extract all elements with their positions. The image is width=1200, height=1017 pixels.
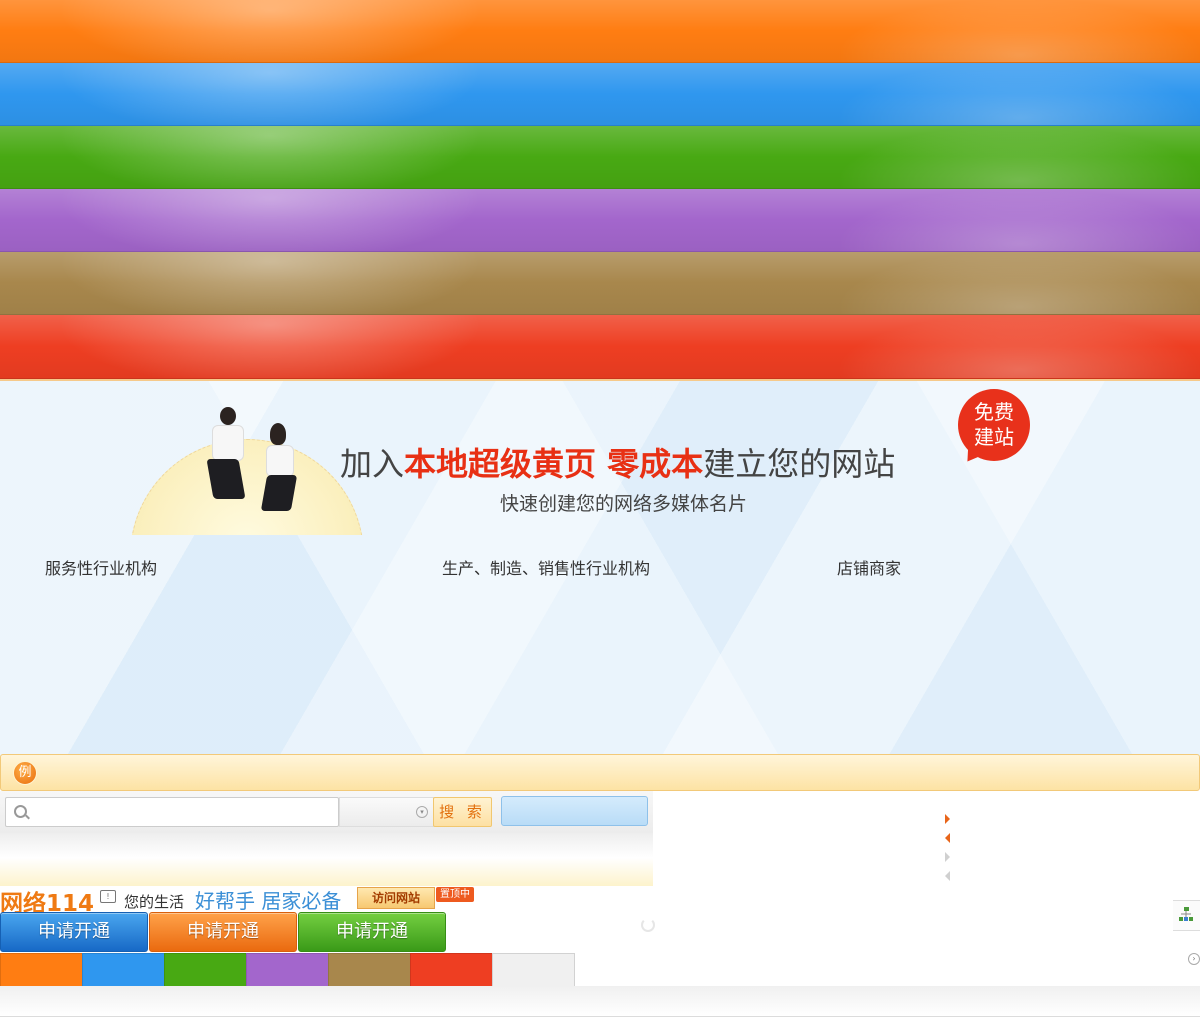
- visit-site-button[interactable]: 访问网站: [357, 887, 435, 909]
- free-site-bubble[interactable]: 免费 建站: [958, 389, 1030, 461]
- swatch-green[interactable]: [164, 953, 247, 987]
- hero-title-space: [596, 445, 607, 483]
- category-service[interactable]: 服务性行业机构: [45, 555, 157, 579]
- apply-button-blue[interactable]: 申请开通: [0, 912, 148, 952]
- bubble-line-2: 建站: [974, 425, 1014, 449]
- bubble-line-1: 免费: [974, 400, 1014, 424]
- swatch-orange[interactable]: [0, 953, 83, 987]
- chevron-down-icon: ▾: [416, 806, 428, 818]
- footer-shade: [0, 986, 1200, 1017]
- banner-purple[interactable]: [0, 189, 1200, 252]
- banner-blue[interactable]: [0, 63, 1200, 126]
- banner-green[interactable]: [0, 126, 1200, 189]
- hero-title-suffix: 建立您的网站: [703, 445, 896, 483]
- loading-spinner-icon: [641, 918, 655, 932]
- arrow-right-icon[interactable]: [945, 814, 950, 824]
- sitemap-icon[interactable]: [1173, 900, 1200, 931]
- yellow-strip-preview: [0, 858, 653, 886]
- search-bar: ▾ 搜 索: [0, 791, 653, 833]
- hero-title-highlight-2: 零成本: [607, 445, 704, 483]
- hero-subtitle: 快速创建您的网络多媒体名片: [500, 493, 748, 515]
- chevron-right-icon[interactable]: ›: [1188, 953, 1200, 965]
- gray-strip-preview: [0, 833, 653, 858]
- arrow-left-gray-icon[interactable]: [945, 871, 950, 881]
- swatch-blue[interactable]: [82, 953, 165, 987]
- swatch-red[interactable]: [410, 953, 493, 987]
- example-icon: 例: [13, 761, 37, 785]
- swatch-gray[interactable]: [492, 953, 575, 987]
- apply-button-orange[interactable]: 申请开通: [149, 912, 297, 952]
- arrow-left-icon[interactable]: [945, 833, 950, 843]
- example-bar: 例: [0, 754, 1200, 791]
- slogan-small: 您的生活: [124, 893, 185, 911]
- banner-red[interactable]: [0, 315, 1200, 379]
- banner-orange[interactable]: [0, 0, 1200, 63]
- hero-title: 加入本地超级黄页 零成本建立您的网站: [340, 439, 895, 485]
- search-input[interactable]: [5, 797, 339, 827]
- slogan-big: 好帮手 居家必备: [195, 889, 342, 913]
- search-category-select[interactable]: ▾: [339, 797, 434, 827]
- jumping-man-illustration: [196, 405, 256, 515]
- brand-row: 网络114 ! 您的生活 好帮手 居家必备 访问网站 置顶中: [0, 884, 520, 917]
- hero-section: 加入本地超级黄页 零成本建立您的网站 快速创建您的网络多媒体名片 免费 建站 服…: [0, 379, 1200, 756]
- swatch-purple[interactable]: [246, 953, 329, 987]
- blue-button-preview[interactable]: [501, 796, 648, 826]
- category-manufacturing[interactable]: 生产、制造、销售性行业机构: [442, 555, 650, 579]
- hero-title-highlight: 本地超级黄页: [404, 445, 597, 483]
- pinned-badge: 置顶中: [436, 887, 474, 902]
- search-button[interactable]: 搜 索: [433, 797, 492, 827]
- swatch-brown[interactable]: [328, 953, 411, 987]
- jumping-woman-illustration: [258, 421, 308, 531]
- search-icon: [14, 805, 27, 818]
- speech-bubble-icon: !: [100, 890, 116, 903]
- banner-brown[interactable]: [0, 252, 1200, 315]
- arrow-right-gray-icon[interactable]: [945, 852, 950, 862]
- category-shops[interactable]: 店铺商家: [837, 555, 901, 579]
- apply-button-green[interactable]: 申请开通: [298, 912, 446, 952]
- hero-title-prefix: 加入: [340, 445, 405, 483]
